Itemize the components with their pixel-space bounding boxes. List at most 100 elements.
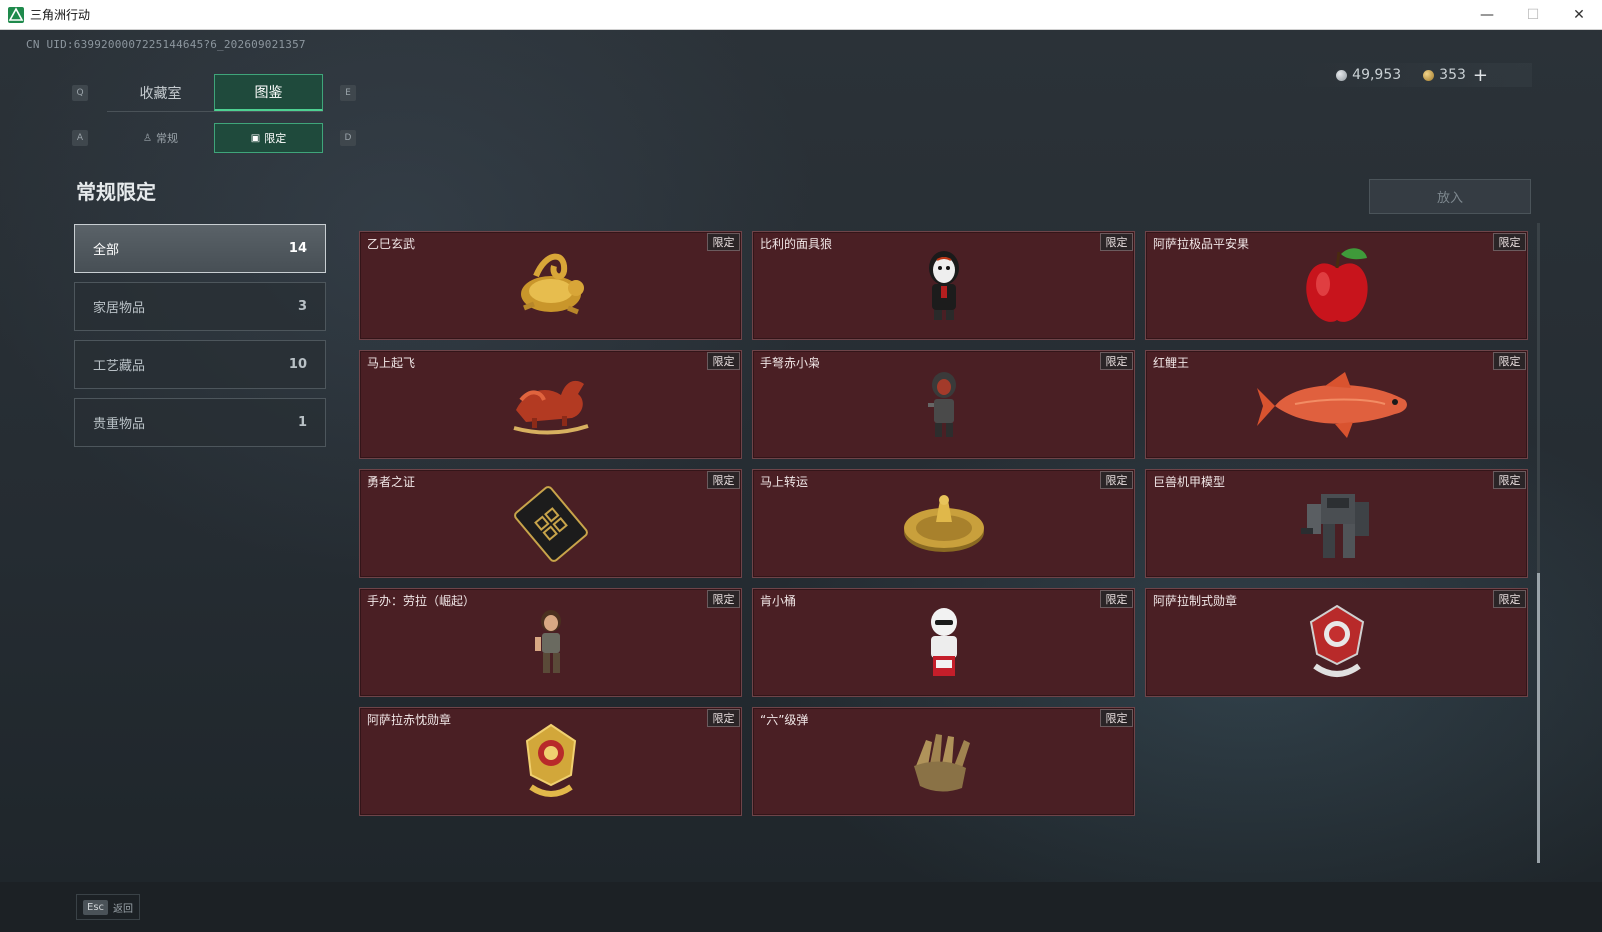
red-horse-icon xyxy=(506,370,596,444)
item-card[interactable]: 手办：劳拉（崛起） 限定 xyxy=(359,588,742,697)
place-button[interactable]: 放入 xyxy=(1369,179,1531,214)
page-title: 常规限定 xyxy=(76,180,156,204)
tab-limited[interactable]: ▣ 限定 xyxy=(214,123,323,153)
item-name: 阿萨拉赤忱勋章 xyxy=(367,713,452,727)
item-name: 肯小桶 xyxy=(760,594,797,608)
item-card[interactable]: 马上转运 限定 xyxy=(752,469,1135,578)
tab-regular-label: 常规 xyxy=(155,132,178,145)
bucket-figure-icon xyxy=(919,606,969,684)
red-carp-icon xyxy=(1255,370,1419,444)
tab-catalog[interactable]: 图鉴 xyxy=(214,74,323,111)
gold-medal-icon xyxy=(519,721,583,807)
item-name: 马上起飞 xyxy=(367,356,416,370)
gold-wheel-icon xyxy=(902,492,986,560)
item-name: 比利的面具狼 xyxy=(760,237,833,251)
item-name: 手弩赤小枭 xyxy=(760,356,821,370)
currency-silver: 49,953 xyxy=(1336,67,1401,83)
item-card[interactable]: 马上起飞 限定 xyxy=(359,350,742,459)
item-name: 手办：劳拉（崛起） xyxy=(367,594,476,608)
add-currency-button[interactable]: + xyxy=(1473,65,1488,86)
limited-badge: 限定 xyxy=(1100,590,1133,608)
limited-badge: 限定 xyxy=(1100,352,1133,370)
maximize-button[interactable]: ☐ xyxy=(1510,0,1556,30)
hooded-figure-icon xyxy=(924,369,964,445)
gold-dragon-turtle-icon xyxy=(506,246,596,330)
item-card[interactable]: 乙巳玄武 限定 xyxy=(359,231,742,340)
category-count: 1 xyxy=(297,415,307,430)
limited-badge: 限定 xyxy=(1100,471,1133,489)
mask-figure-icon xyxy=(919,248,969,328)
category-count: 3 xyxy=(297,299,307,314)
key-hint-a: A xyxy=(72,130,88,146)
item-name: 阿萨拉极品平安果 xyxy=(1153,237,1250,251)
tab-collection-room[interactable]: 收藏室 xyxy=(107,74,214,111)
limited-badge: 限定 xyxy=(1493,590,1526,608)
silver-amount: 49,953 xyxy=(1352,67,1402,83)
category-list: 全部 14 家居物品 3 工艺藏品 10 贵重物品 1 xyxy=(74,224,326,456)
red-medal-icon xyxy=(1305,602,1369,688)
item-grid: 乙巳玄武 限定 比利的面具狼 限定 阿萨拉极品平安果 限定 马上起飞 限定 手弩… xyxy=(359,231,1533,816)
category-craft[interactable]: 工艺藏品 10 xyxy=(74,340,326,389)
category-all[interactable]: 全部 14 xyxy=(74,224,326,273)
item-card[interactable]: 巨兽机甲模型 限定 xyxy=(1145,469,1528,578)
item-card[interactable]: 阿萨拉极品平安果 限定 xyxy=(1145,231,1528,340)
item-name: 红鲤王 xyxy=(1153,356,1190,370)
item-card[interactable]: 阿萨拉制式勋章 限定 xyxy=(1145,588,1528,697)
bottle-icon: ♙ xyxy=(143,132,152,144)
category-valuables[interactable]: 贵重物品 1 xyxy=(74,398,326,447)
limited-badge: 限定 xyxy=(1493,471,1526,489)
limited-badge: 限定 xyxy=(707,233,740,251)
window-titlebar: 三角洲行动 — ☐ ✕ xyxy=(0,0,1602,30)
limited-badge: 限定 xyxy=(707,709,740,727)
currency-bar: 49,953 353 + xyxy=(1300,63,1532,87)
back-button[interactable]: Esc 返回 xyxy=(76,894,141,920)
limited-badge: 限定 xyxy=(1493,352,1526,370)
minimize-button[interactable]: — xyxy=(1464,0,1510,30)
item-name: 巨兽机甲模型 xyxy=(1153,475,1226,489)
tab-limited-label: 限定 xyxy=(264,132,287,145)
item-card[interactable]: 勇者之证 限定 xyxy=(359,469,742,578)
limited-badge: 限定 xyxy=(707,471,740,489)
picture-icon: ▣ xyxy=(250,132,261,144)
item-name: 马上转运 xyxy=(760,475,809,489)
limited-badge: 限定 xyxy=(1100,233,1133,251)
category-label: 工艺藏品 xyxy=(93,359,146,374)
red-apple-icon xyxy=(1299,244,1375,332)
key-hint-q: Q xyxy=(72,85,88,101)
app-logo-icon xyxy=(8,6,24,23)
item-card[interactable]: 阿萨拉赤忱勋章 限定 xyxy=(359,707,742,816)
bottom-bar: Esc 返回 xyxy=(0,882,1602,932)
item-name: 乙巳玄武 xyxy=(367,237,416,251)
main-stage: CN UID:6399200007225144645?6_20260902135… xyxy=(0,30,1602,882)
category-count: 10 xyxy=(288,357,307,372)
uid-label: CN UID:6399200007225144645?6_20260902135… xyxy=(26,38,306,51)
category-home[interactable]: 家居物品 3 xyxy=(74,282,326,331)
lara-figure-icon xyxy=(531,607,571,683)
category-label: 家居物品 xyxy=(93,301,146,316)
key-hint-e: E xyxy=(340,85,356,101)
item-name: 勇者之证 xyxy=(367,475,416,489)
limited-badge: 限定 xyxy=(1493,233,1526,251)
item-card[interactable]: 比利的面具狼 限定 xyxy=(752,231,1135,340)
category-label: 贵重物品 xyxy=(93,417,146,432)
gold-coin-icon xyxy=(1423,69,1435,81)
limited-badge: 限定 xyxy=(1100,709,1133,727)
item-name: 阿萨拉制式勋章 xyxy=(1153,594,1238,608)
currency-gold: 353 + xyxy=(1423,65,1488,86)
close-button[interactable]: ✕ xyxy=(1556,0,1602,30)
item-card[interactable]: 手弩赤小枭 限定 xyxy=(752,350,1135,459)
item-card[interactable]: “六”级弹 限定 xyxy=(752,707,1135,816)
silver-coin-icon xyxy=(1336,69,1348,81)
tab-regular[interactable]: ♙ 常规 xyxy=(107,123,214,153)
grid-scrollbar[interactable] xyxy=(1537,223,1540,863)
key-hint-d: D xyxy=(340,130,356,146)
item-card[interactable]: 肯小桶 限定 xyxy=(752,588,1135,697)
category-label: 全部 xyxy=(93,243,120,258)
black-card-icon xyxy=(510,483,592,569)
category-count: 14 xyxy=(288,241,307,256)
limited-badge: 限定 xyxy=(707,590,740,608)
item-card[interactable]: 红鲤王 限定 xyxy=(1145,350,1528,459)
bullet-hand-icon xyxy=(902,726,986,802)
scrollbar-thumb[interactable] xyxy=(1537,573,1540,863)
mech-robot-icon xyxy=(1297,484,1377,568)
